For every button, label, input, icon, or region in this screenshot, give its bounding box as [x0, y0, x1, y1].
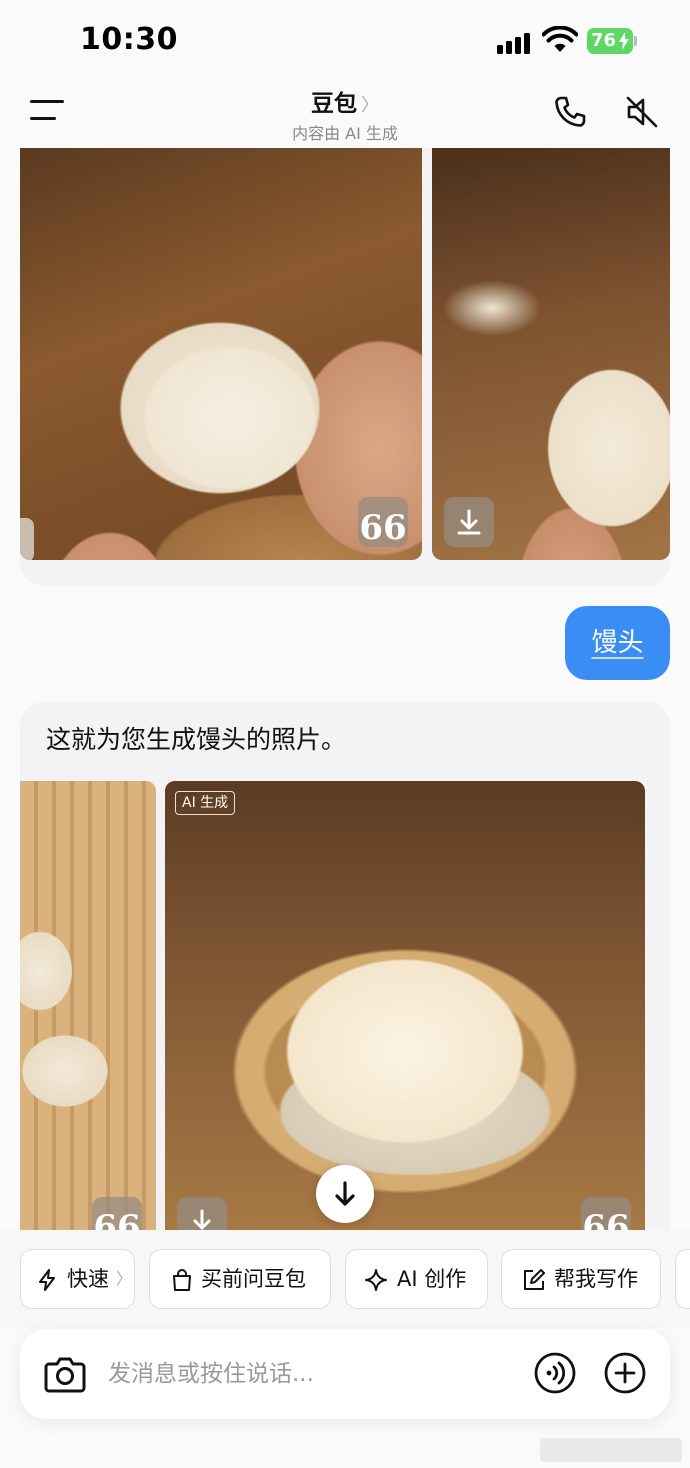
download-icon — [457, 509, 481, 535]
shopping-bag-icon — [173, 1269, 191, 1291]
assistant-message-text: 这就为您生成馒头的照片。 — [46, 725, 347, 754]
watermark — [540, 1438, 682, 1462]
quick-action-help-write[interactable]: 帮我写作 — [501, 1249, 661, 1309]
bun-held-steamer-photo[interactable] — [432, 148, 670, 560]
steamed-bun-photo[interactable]: 66 — [165, 781, 645, 1241]
scroll-to-bottom-button[interactable] — [316, 1165, 374, 1223]
speaker-mute-icon[interactable] — [625, 95, 659, 129]
chat-header: 豆包〉 内容由 AI 生成 — [0, 80, 690, 148]
voice-call-icon[interactable] — [534, 1352, 576, 1394]
sparkle-icon — [365, 1269, 387, 1291]
quick-action-label: AI 创作 — [397, 1267, 467, 1291]
battery-indicator: 76 — [587, 28, 637, 54]
battery-level: 76 — [591, 30, 617, 51]
status-bar: 10:30 76 — [0, 0, 690, 80]
ai-generated-badge: AI 生成 — [175, 791, 236, 815]
quick-action-more[interactable] — [675, 1249, 690, 1309]
quote-icon: 66 — [359, 508, 407, 548]
quick-actions-bar: 快速 〉 买前问豆包 AI 创作 帮我写作 — [0, 1230, 690, 1328]
user-message[interactable]: 馒头 — [565, 606, 670, 680]
quick-action-label: 帮我写作 — [554, 1267, 638, 1291]
camera-icon[interactable] — [44, 1354, 86, 1394]
phone-icon[interactable] — [553, 95, 587, 129]
quick-action-ask-before-buy[interactable]: 买前问豆包 — [149, 1249, 331, 1309]
arrow-down-icon — [335, 1181, 355, 1206]
quick-action-label: 买前问豆包 — [201, 1267, 306, 1291]
chevron-right-icon: 〉 — [361, 95, 379, 116]
lightning-icon — [39, 1269, 55, 1291]
quick-action-fast[interactable]: 快速 〉 — [20, 1249, 135, 1309]
quote-button[interactable]: 66 — [358, 497, 408, 548]
quick-action-label: 快速 — [67, 1267, 109, 1291]
status-time: 10:30 — [80, 22, 178, 57]
cellular-signal-icon — [497, 30, 533, 54]
download-button[interactable] — [444, 497, 494, 547]
bun-split-open-photo[interactable]: 66 — [20, 148, 422, 560]
chevron-right-icon: 〉 — [116, 1269, 133, 1288]
quick-action-ai-create[interactable]: AI 创作 — [345, 1249, 488, 1309]
wifi-icon — [542, 26, 578, 52]
edit-icon — [524, 1269, 545, 1290]
user-message-text: 馒头 — [591, 628, 644, 658]
steamer-buns-photo[interactable]: 66 — [20, 781, 156, 1241]
plus-icon[interactable] — [604, 1352, 646, 1394]
message-input[interactable] — [108, 1348, 518, 1400]
battery-charging-icon — [619, 32, 629, 50]
bot-name-label: 豆包 — [311, 91, 357, 117]
